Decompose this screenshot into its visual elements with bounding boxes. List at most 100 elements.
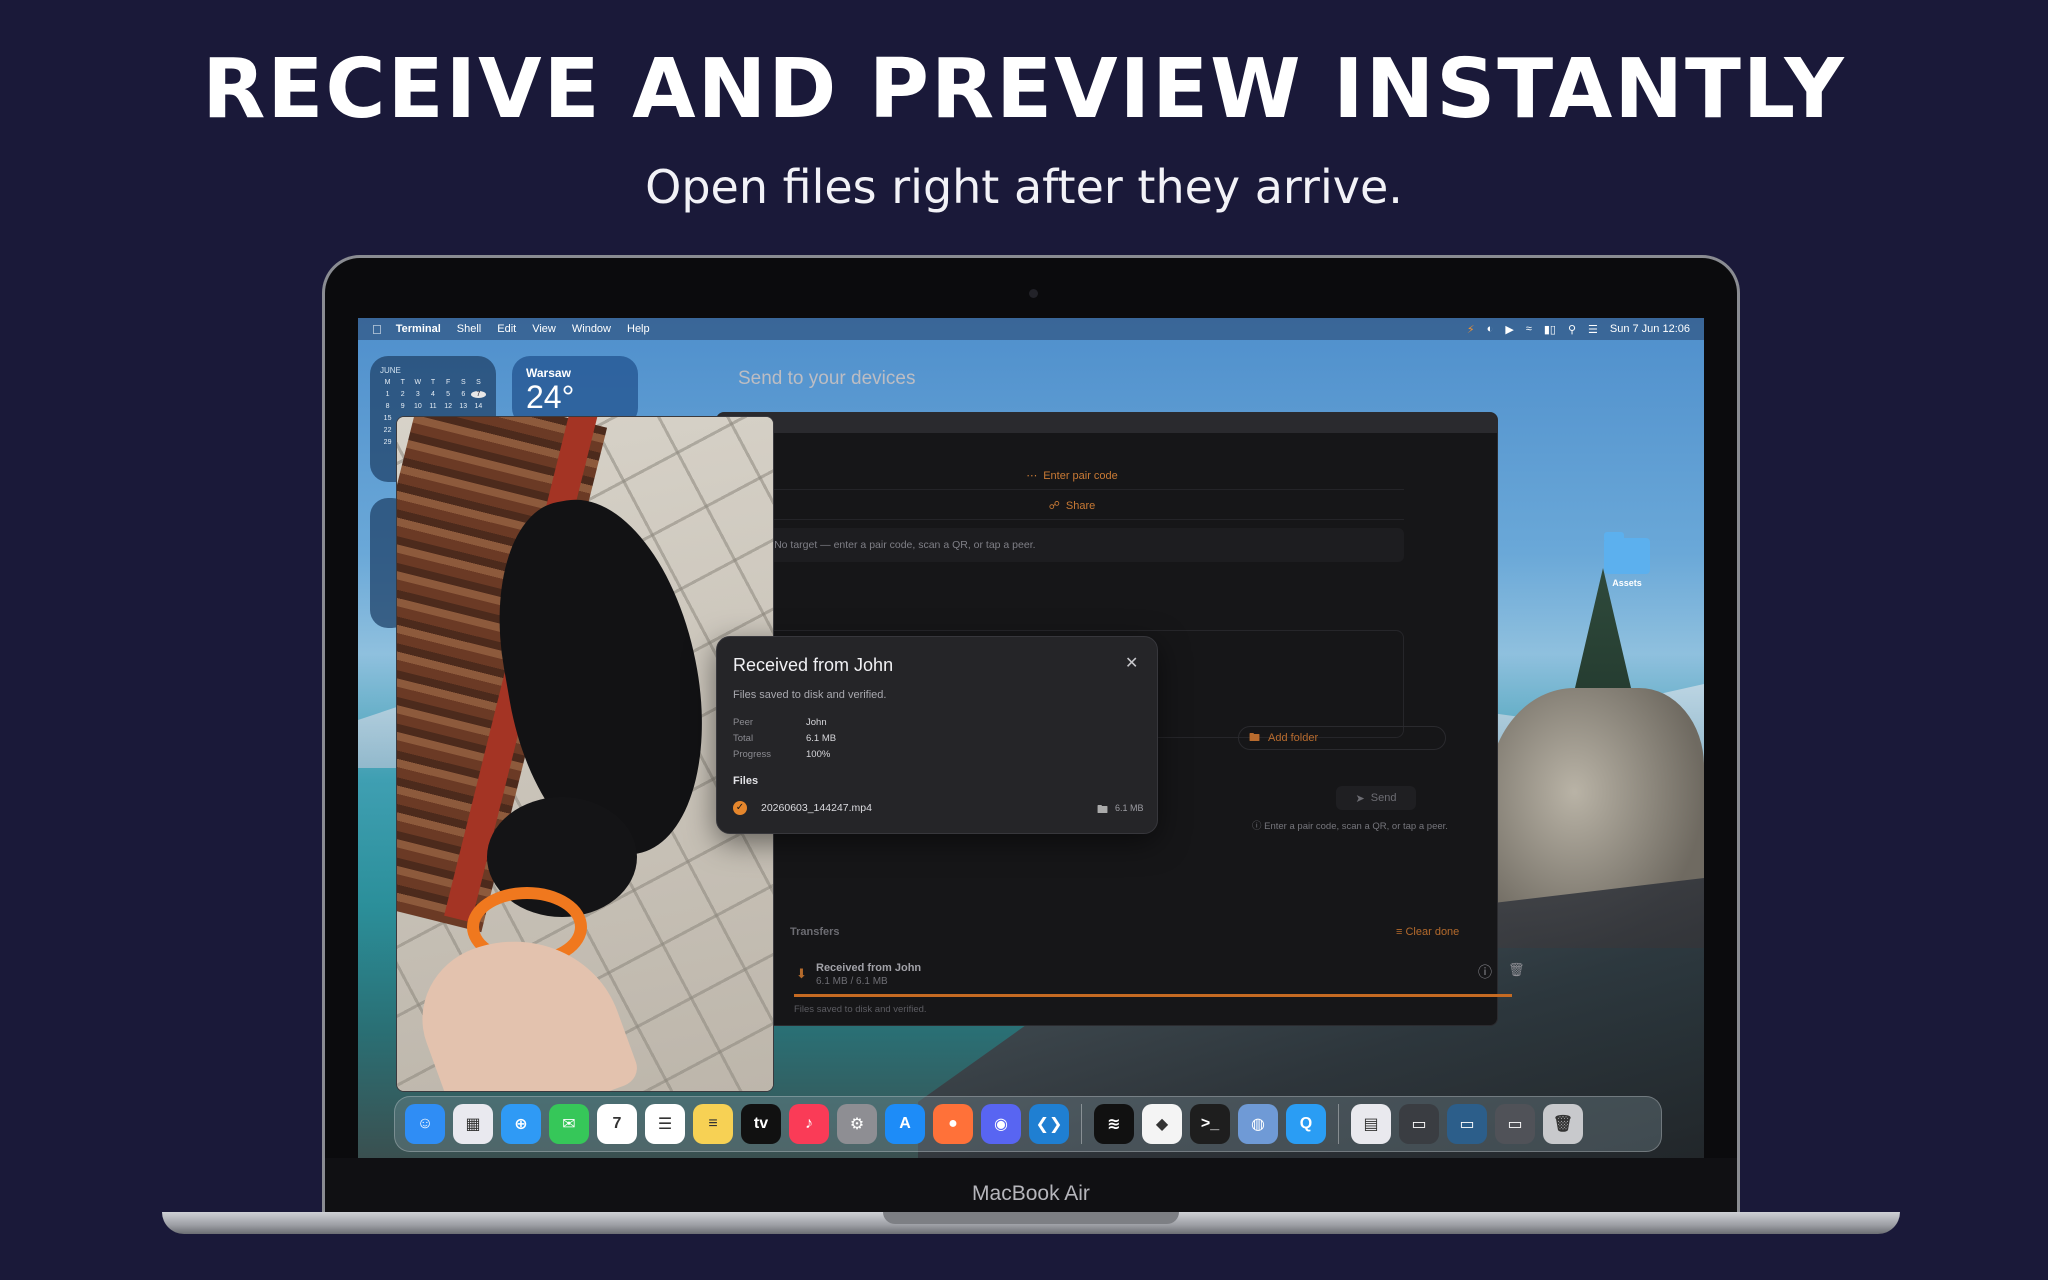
notes-icon[interactable]: ≡ xyxy=(693,1104,733,1144)
system-settings-icon[interactable]: ⚙ xyxy=(837,1104,877,1144)
weekday: S xyxy=(460,379,466,386)
calendar-day: 29 xyxy=(383,439,392,446)
calendar-day: 13 xyxy=(459,403,468,410)
detail-value: 100% xyxy=(806,749,831,760)
detail-row-progress: Progress 100% xyxy=(733,749,830,760)
desktop-folder-label: Assets xyxy=(1612,578,1642,588)
menu-shell[interactable]: Shell xyxy=(457,323,481,335)
calendar-day: 15 xyxy=(383,415,392,422)
detail-key: Peer xyxy=(733,717,754,728)
dock-separator xyxy=(1338,1104,1339,1144)
calendar-day: 1 xyxy=(385,391,390,398)
battery-icon[interactable]: ▮▯ xyxy=(1544,323,1556,336)
wifi-icon[interactable]: ≈ xyxy=(1526,323,1532,335)
dock: ☺ ▦ ⊕ ✉ 7 ☰ ≡ tv ♪ ⚙ A ● ◉ ❮❯ ≋ ◆ >_ ◍ Q ▤ ▭ ▭ ▭ 🗑 xyxy=(394,1096,1662,1152)
calendar-day: 6 xyxy=(461,391,466,398)
disk-utility-icon[interactable]: ◍ xyxy=(1238,1104,1278,1144)
messages-icon[interactable]: ✉ xyxy=(549,1104,589,1144)
calendar-icon[interactable]: 7 xyxy=(597,1104,637,1144)
download-icon: ⬇ xyxy=(796,966,807,981)
menu-help[interactable]: Help xyxy=(627,323,650,335)
weekday: T xyxy=(430,379,436,386)
weekday: M xyxy=(384,379,391,386)
close-icon[interactable]: ✕ xyxy=(1125,653,1138,673)
weekday: W xyxy=(414,379,422,386)
laptop-notch xyxy=(883,1212,1179,1224)
calendar-day: 22 xyxy=(383,427,392,434)
dock-separator xyxy=(1081,1104,1082,1144)
window-titlebar[interactable] xyxy=(717,413,1497,433)
control-center-icon[interactable]: ☰ xyxy=(1588,323,1598,336)
document-icon[interactable]: ▤ xyxy=(1351,1104,1391,1144)
desktop-folder-assets[interactable]: Assets xyxy=(1602,532,1652,588)
window-thumbnail-icon[interactable]: ▭ xyxy=(1399,1104,1439,1144)
calendar-day: 2 xyxy=(400,391,405,398)
calendar-day: 8 xyxy=(385,403,390,410)
hero-subline: Open files right after they arrive. xyxy=(645,160,1403,214)
detail-row-peer: Peer John xyxy=(733,717,827,728)
hero-headline: RECEIVE AND PREVIEW INSTANTLY xyxy=(202,42,1846,137)
file-size: 6.1 MB xyxy=(1115,803,1144,813)
calendar-day: 4 xyxy=(431,391,435,398)
popup-title: Received from John xyxy=(733,655,894,675)
share-button[interactable]: ☍ Share xyxy=(740,492,1404,520)
apple-logo-icon[interactable]:  xyxy=(372,322,382,337)
send-section-title: Send to your devices xyxy=(738,368,916,389)
calendar-day: 11 xyxy=(429,403,437,410)
focus-icon[interactable]: ◐ xyxy=(1487,323,1494,335)
quicktime-icon[interactable]: Q xyxy=(1286,1104,1326,1144)
add-folder-label: Add folder xyxy=(1268,732,1319,744)
firefox-icon[interactable]: ● xyxy=(933,1104,973,1144)
music-icon[interactable]: ♪ xyxy=(789,1104,829,1144)
clear-done-button[interactable]: ≡ Clear done xyxy=(1396,926,1459,938)
detail-key: Total xyxy=(733,733,754,744)
reminders-icon[interactable]: ☰ xyxy=(645,1104,685,1144)
detail-key: Progress xyxy=(733,749,772,760)
popup-subtitle: Files saved to disk and verified. xyxy=(733,689,887,701)
app-store-icon[interactable]: A xyxy=(885,1104,925,1144)
add-folder-button[interactable]: 🖿 Add folder xyxy=(1238,726,1446,750)
play-icon[interactable]: ▶ xyxy=(1505,323,1513,336)
file-name[interactable]: 20260603_144247.mp4 xyxy=(761,802,872,814)
terminal-icon[interactable]: >_ xyxy=(1190,1104,1230,1144)
file-row[interactable]: ✓ 20260603_144247.mp4 🖿 6.1 MB xyxy=(733,801,1145,819)
spotify-icon[interactable]: ≋ xyxy=(1094,1104,1134,1144)
transfer-delete-icon[interactable]: 🗑 xyxy=(1508,962,1525,978)
menu-window[interactable]: Window xyxy=(572,323,611,335)
spotlight-search-icon[interactable]: ⚲ xyxy=(1568,323,1576,336)
weekday: T xyxy=(400,379,405,386)
tv-icon[interactable]: tv xyxy=(741,1104,781,1144)
menu-app-name[interactable]: Terminal xyxy=(396,323,441,335)
detail-value: 6.1 MB xyxy=(806,733,837,744)
status-app-icon[interactable]: ⚡ xyxy=(1467,323,1475,336)
safari-icon[interactable]: ⊕ xyxy=(501,1104,541,1144)
vscode-icon[interactable]: ❮❯ xyxy=(1029,1104,1069,1144)
reveal-folder-icon[interactable]: 🖿 xyxy=(1097,801,1108,820)
window-thumbnail-icon-2[interactable]: ▭ xyxy=(1447,1104,1487,1144)
weekday: F xyxy=(445,379,451,386)
transfer-item[interactable]: ⬇ Received from John 6.1 MB / 6.1 MB ⓘ 🗑 xyxy=(796,958,1536,1010)
git-app-icon[interactable]: ◆ xyxy=(1142,1104,1182,1144)
transfer-info-icon[interactable]: ⓘ xyxy=(1478,962,1492,982)
send-button[interactable]: ➤ Send xyxy=(1336,786,1416,810)
trash-icon[interactable]: 🗑 xyxy=(1543,1104,1583,1144)
menu-edit[interactable]: Edit xyxy=(497,323,516,335)
paper-plane-icon: ➤ xyxy=(1355,792,1365,805)
calendar-day: 14 xyxy=(474,403,483,410)
menu-view[interactable]: View xyxy=(532,323,556,335)
calendar-day: 12 xyxy=(444,403,453,410)
enter-pair-code-button[interactable]: ⋯ Enter pair code xyxy=(740,462,1404,490)
send-label: Send xyxy=(1370,792,1397,804)
discord-icon[interactable]: ◉ xyxy=(981,1104,1021,1144)
calendar-day: 10 xyxy=(413,403,422,410)
weather-city: Warsaw xyxy=(526,366,571,380)
share-label: Share xyxy=(1065,499,1096,512)
launchpad-icon[interactable]: ▦ xyxy=(453,1104,493,1144)
calendar-month: JUNE xyxy=(380,366,401,375)
share-icon: ☍ xyxy=(1048,500,1060,512)
finder-icon[interactable]: ☺ xyxy=(405,1104,445,1144)
screenshot-thumbnail-icon[interactable]: ▭ xyxy=(1495,1104,1535,1144)
menu-clock[interactable]: Sun 7 Jun 12:06 xyxy=(1610,323,1690,335)
send-hint-text: Enter a pair code, scan a QR, or tap a p… xyxy=(1264,821,1448,832)
calendar-day-today: 7 xyxy=(470,391,486,398)
